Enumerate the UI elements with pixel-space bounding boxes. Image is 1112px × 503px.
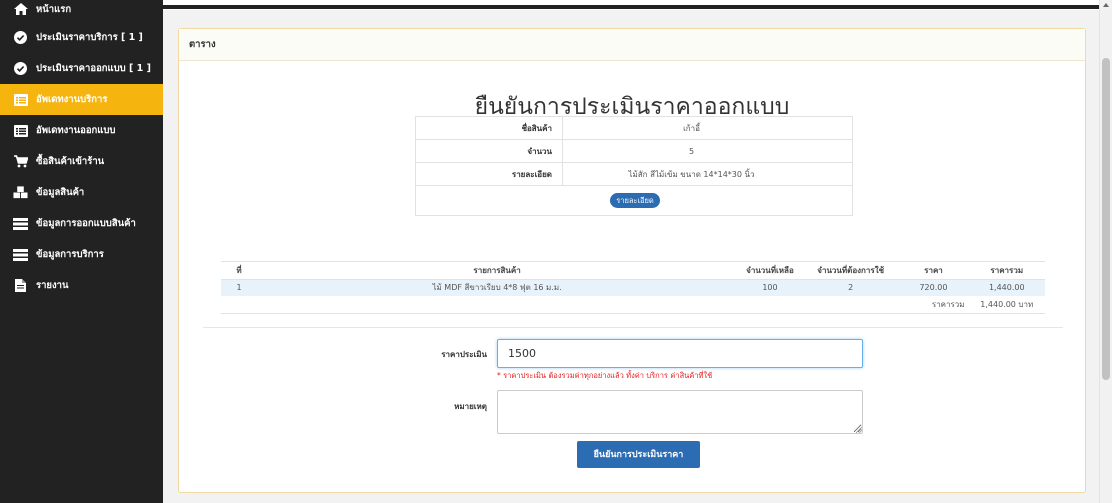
detail-row-quantity: จำนวน 5: [416, 140, 852, 163]
sidebar-item-design-data[interactable]: ข้อมูลการออกแบบสินค้า: [0, 208, 163, 239]
sidebar-item-service-data[interactable]: ข้อมูลการบริการ: [0, 239, 163, 270]
column-header: ราคา: [898, 261, 969, 280]
list-icon: [13, 93, 28, 106]
sidebar-item-label: ข้อมูลการออกแบบสินค้า: [36, 218, 136, 229]
table-cell: 720.00: [898, 279, 969, 296]
table-icon: [13, 248, 28, 261]
sidebar-item-design-pricing[interactable]: ประเมินราคาออกแบบ [ 1 ]: [0, 53, 163, 84]
cart-icon: [13, 155, 28, 168]
page-scrollbar[interactable]: [1099, 0, 1112, 503]
sidebar-item-label: อัพเดทงานออกแบบ: [36, 125, 116, 136]
detail-label: จำนวน: [527, 146, 552, 156]
confirm-pricing-button[interactable]: ยืนยันการประเมินราคา: [577, 441, 700, 468]
table-cell: 1: [221, 279, 258, 296]
resize-grip-icon[interactable]: [856, 427, 862, 433]
sidebar-item-products[interactable]: ข้อมูลสินค้า: [0, 177, 163, 208]
table-cell: 2: [802, 279, 899, 296]
price-input[interactable]: [497, 339, 863, 368]
sidebar-item-update-service[interactable]: อัพเดทงานบริการ: [0, 84, 163, 115]
sidebar-item-purchase[interactable]: ซื้อสินค้าเข้าร้าน: [0, 146, 163, 177]
product-detail-box: ชื่อสินค้า เก้าอี้ จำนวน 5 รายละเอียด ไม…: [415, 116, 853, 216]
sidebar-item-label: ซื้อสินค้าเข้าร้าน: [36, 156, 105, 167]
sidebar-item-label: ประเมินราคาออกแบบ [ 1 ]: [36, 63, 151, 74]
file-icon: [13, 279, 28, 292]
top-bar: [163, 0, 1099, 10]
table-cell: 100: [737, 279, 803, 296]
total-value: 1,440.00 บาท: [968, 295, 1045, 314]
sidebar-item-update-design[interactable]: อัพเดทงานออกแบบ: [0, 115, 163, 146]
table-header-row: ที่ รายการสินค้า จำนวนที่เหลือ จำนวนที่ต…: [221, 261, 1045, 280]
detail-label: รายละเอียด: [511, 169, 552, 179]
column-header: ที่: [221, 261, 258, 280]
detail-row-name: ชื่อสินค้า เก้าอี้: [416, 117, 852, 140]
detail-value: 5: [562, 140, 852, 162]
note-label: หมายเหตุ: [454, 402, 487, 411]
sidebar: หน้าแรก ประเมินราคาบริการ [ 1 ] ประเมินร…: [0, 0, 163, 503]
section-divider: [203, 327, 1063, 328]
price-hint: * ราคาประเมิน ต้องรวมค่าทุกอย่างแล้ว ทั้…: [497, 371, 713, 380]
detail-row-description: รายละเอียด ไม้สัก สีไม้เข้ม ขนาด 14*14*3…: [416, 163, 852, 186]
detail-value: ไม้สัก สีไม้เข้ม ขนาด 14*14*30 นิ้ว: [562, 163, 852, 185]
detail-value: เก้าอี้: [562, 117, 852, 139]
note-textarea[interactable]: [497, 390, 863, 434]
check-circle-icon: [13, 62, 28, 75]
sidebar-item-report[interactable]: รายงาน: [0, 270, 163, 301]
home-icon: [13, 2, 28, 15]
table-cell: ไม้ MDF สีขาวเรียบ 4*8 ฟุต 16 ม.ม.: [257, 279, 738, 296]
table-total-row: ราคารวม 1,440.00 บาท: [221, 295, 1045, 314]
sidebar-item-label: หน้าแรก: [36, 4, 72, 15]
table-cell: [221, 295, 899, 314]
sidebar-item-label: ข้อมูลการบริการ: [36, 249, 104, 260]
view-details-button[interactable]: รายละเอียด: [610, 193, 660, 208]
detail-label: ชื่อสินค้า: [521, 123, 552, 133]
column-header: รายการสินค้า: [257, 261, 738, 280]
column-header: ราคารวม: [968, 261, 1045, 280]
sidebar-item-label: ข้อมูลสินค้า: [36, 187, 85, 198]
sidebar-item-home[interactable]: หน้าแรก: [0, 0, 163, 22]
panel-heading: ตาราง: [179, 29, 1085, 61]
table-icon: [13, 217, 28, 230]
list-icon: [13, 124, 28, 137]
total-label: ราคารวม: [898, 295, 969, 314]
main-panel: ตาราง ยืนยันการประเมินราคาออกแบบ ชื่อสิน…: [178, 28, 1086, 493]
items-table: ที่ รายการสินค้า จำนวนที่เหลือ จำนวนที่ต…: [221, 261, 1045, 314]
sidebar-item-label: อัพเดทงานบริการ: [36, 94, 108, 105]
sidebar-item-service-pricing[interactable]: ประเมินราคาบริการ [ 1 ]: [0, 22, 163, 53]
column-header: จำนวนที่ต้องการใช้: [802, 261, 899, 280]
scrollbar-thumb[interactable]: [1102, 58, 1110, 380]
cubes-icon: [13, 186, 28, 199]
sidebar-item-label: รายงาน: [36, 280, 69, 291]
table-cell: 1,440.00: [968, 279, 1045, 296]
table-row: 1 ไม้ MDF สีขาวเรียบ 4*8 ฟุต 16 ม.ม. 100…: [221, 279, 1045, 296]
column-header: จำนวนที่เหลือ: [737, 261, 803, 280]
scroll-up-arrow-icon[interactable]: [1103, 3, 1109, 7]
sidebar-item-label: ประเมินราคาบริการ [ 1 ]: [36, 32, 143, 43]
price-label: ราคาประเมิน: [441, 350, 487, 359]
check-circle-icon: [13, 31, 28, 44]
